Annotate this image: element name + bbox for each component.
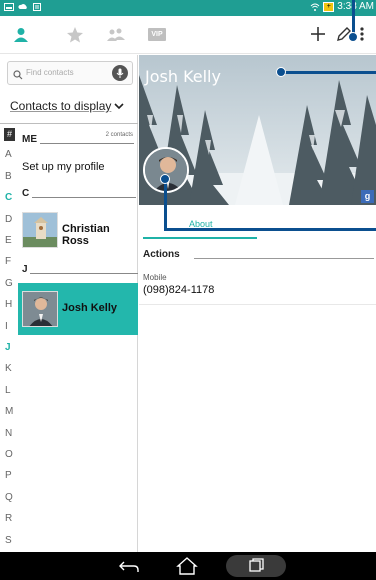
callout-line-overflow bbox=[352, 0, 355, 36]
favorites-tab-icon[interactable] bbox=[66, 26, 84, 44]
index-letter-d[interactable]: D bbox=[5, 214, 12, 225]
index-letter-p[interactable]: P bbox=[5, 470, 12, 481]
contacts-tab-icon[interactable] bbox=[12, 26, 30, 44]
contact-row-christian-ross[interactable]: Christian Ross bbox=[18, 204, 138, 256]
phone-label: Mobile bbox=[143, 273, 167, 282]
search-bar[interactable]: Find contacts bbox=[7, 61, 133, 85]
index-letter-n[interactable]: N bbox=[5, 428, 12, 439]
clipboard-notification-icon bbox=[32, 2, 42, 12]
section-header-j: J bbox=[22, 264, 28, 275]
alphabet-index[interactable]: # A B C D E F G H I J K L M N O P Q R S bbox=[0, 124, 18, 552]
contact-row-josh-kelly[interactable]: Josh Kelly bbox=[18, 283, 138, 335]
contact-list-pane: Find contacts Contacts to display # A B C D E… bbox=[0, 55, 138, 552]
section-header-me: ME bbox=[22, 134, 37, 145]
section-divider bbox=[40, 143, 134, 144]
index-letter-i[interactable]: I bbox=[5, 321, 8, 332]
wifi-icon bbox=[310, 2, 320, 12]
picture-notification-icon bbox=[4, 2, 14, 12]
active-tab-underline bbox=[143, 237, 257, 239]
clock: 3:38 AM bbox=[337, 1, 374, 12]
navigation-bar bbox=[0, 552, 376, 580]
contacts-to-display-dropdown[interactable]: Contacts to display bbox=[10, 99, 124, 113]
battery-icon: + bbox=[323, 1, 335, 12]
index-letter-a[interactable]: A bbox=[5, 149, 12, 160]
callout-dot-cover bbox=[276, 67, 286, 77]
callout-line-photo-horizontal bbox=[164, 228, 376, 231]
section-divider bbox=[32, 197, 136, 198]
index-letter-r[interactable]: R bbox=[5, 513, 12, 524]
actions-header: Actions bbox=[143, 249, 180, 260]
overflow-menu-icon[interactable] bbox=[356, 24, 368, 44]
index-letter-j[interactable]: J bbox=[5, 342, 11, 353]
contact-name: Christian Ross bbox=[62, 223, 110, 247]
callout-dot-photo bbox=[160, 174, 170, 184]
contact-name: Josh Kelly bbox=[62, 302, 118, 314]
index-letter-g[interactable]: G bbox=[5, 278, 13, 289]
index-letter-h[interactable]: H bbox=[5, 299, 12, 310]
search-icon bbox=[13, 67, 23, 80]
index-letter-c[interactable]: C bbox=[5, 192, 12, 203]
back-icon[interactable] bbox=[116, 556, 142, 576]
index-letter-l[interactable]: L bbox=[5, 385, 11, 396]
callout-line-photo-vertical bbox=[164, 178, 167, 230]
contacts-count: 2 contacts bbox=[105, 132, 133, 138]
index-letter-q[interactable]: Q bbox=[5, 492, 13, 503]
divider bbox=[139, 304, 376, 305]
home-icon[interactable] bbox=[174, 556, 200, 576]
index-letter-f[interactable]: F bbox=[5, 256, 11, 267]
callout-line-cover bbox=[280, 71, 376, 74]
index-letter-s[interactable]: S bbox=[5, 535, 12, 546]
section-header-c: C bbox=[22, 188, 30, 199]
contact-detail-pane: Josh Kelly g About Actions Mobile (098)8… bbox=[139, 55, 376, 552]
google-plus-icon[interactable]: g bbox=[361, 190, 374, 203]
add-contact-icon[interactable] bbox=[308, 24, 328, 44]
section-divider bbox=[30, 273, 138, 274]
contact-detail-name: Josh Kelly bbox=[145, 67, 221, 86]
index-letter-o[interactable]: O bbox=[5, 449, 13, 460]
index-letter-e[interactable]: E bbox=[5, 235, 12, 246]
vip-tab[interactable]: VIP bbox=[148, 28, 166, 41]
divider bbox=[0, 123, 138, 124]
voice-search-icon[interactable] bbox=[112, 65, 128, 81]
recent-apps-button[interactable] bbox=[226, 555, 286, 577]
recent-apps-icon bbox=[249, 558, 264, 572]
groups-tab-icon[interactable] bbox=[106, 26, 125, 44]
chevron-down-icon bbox=[114, 102, 124, 113]
callout-dot-overflow bbox=[348, 32, 358, 42]
index-letter-hash[interactable]: # bbox=[4, 128, 15, 141]
avatar bbox=[22, 291, 58, 327]
index-letter-k[interactable]: K bbox=[5, 363, 12, 374]
contacts-to-display-label: Contacts to display bbox=[10, 99, 112, 113]
setup-profile-item[interactable]: Set up my profile bbox=[22, 161, 105, 173]
cloud-notification-icon bbox=[18, 2, 28, 12]
status-bar: + 3:38 AM bbox=[0, 0, 376, 16]
section-divider bbox=[194, 258, 374, 259]
top-tab-bar: VIP bbox=[0, 16, 376, 54]
avatar bbox=[22, 212, 58, 248]
phone-number[interactable]: (098)824-1178 bbox=[143, 284, 214, 296]
index-letter-m[interactable]: M bbox=[5, 406, 13, 417]
search-placeholder: Find contacts bbox=[26, 68, 74, 77]
index-letter-b[interactable]: B bbox=[5, 171, 12, 182]
